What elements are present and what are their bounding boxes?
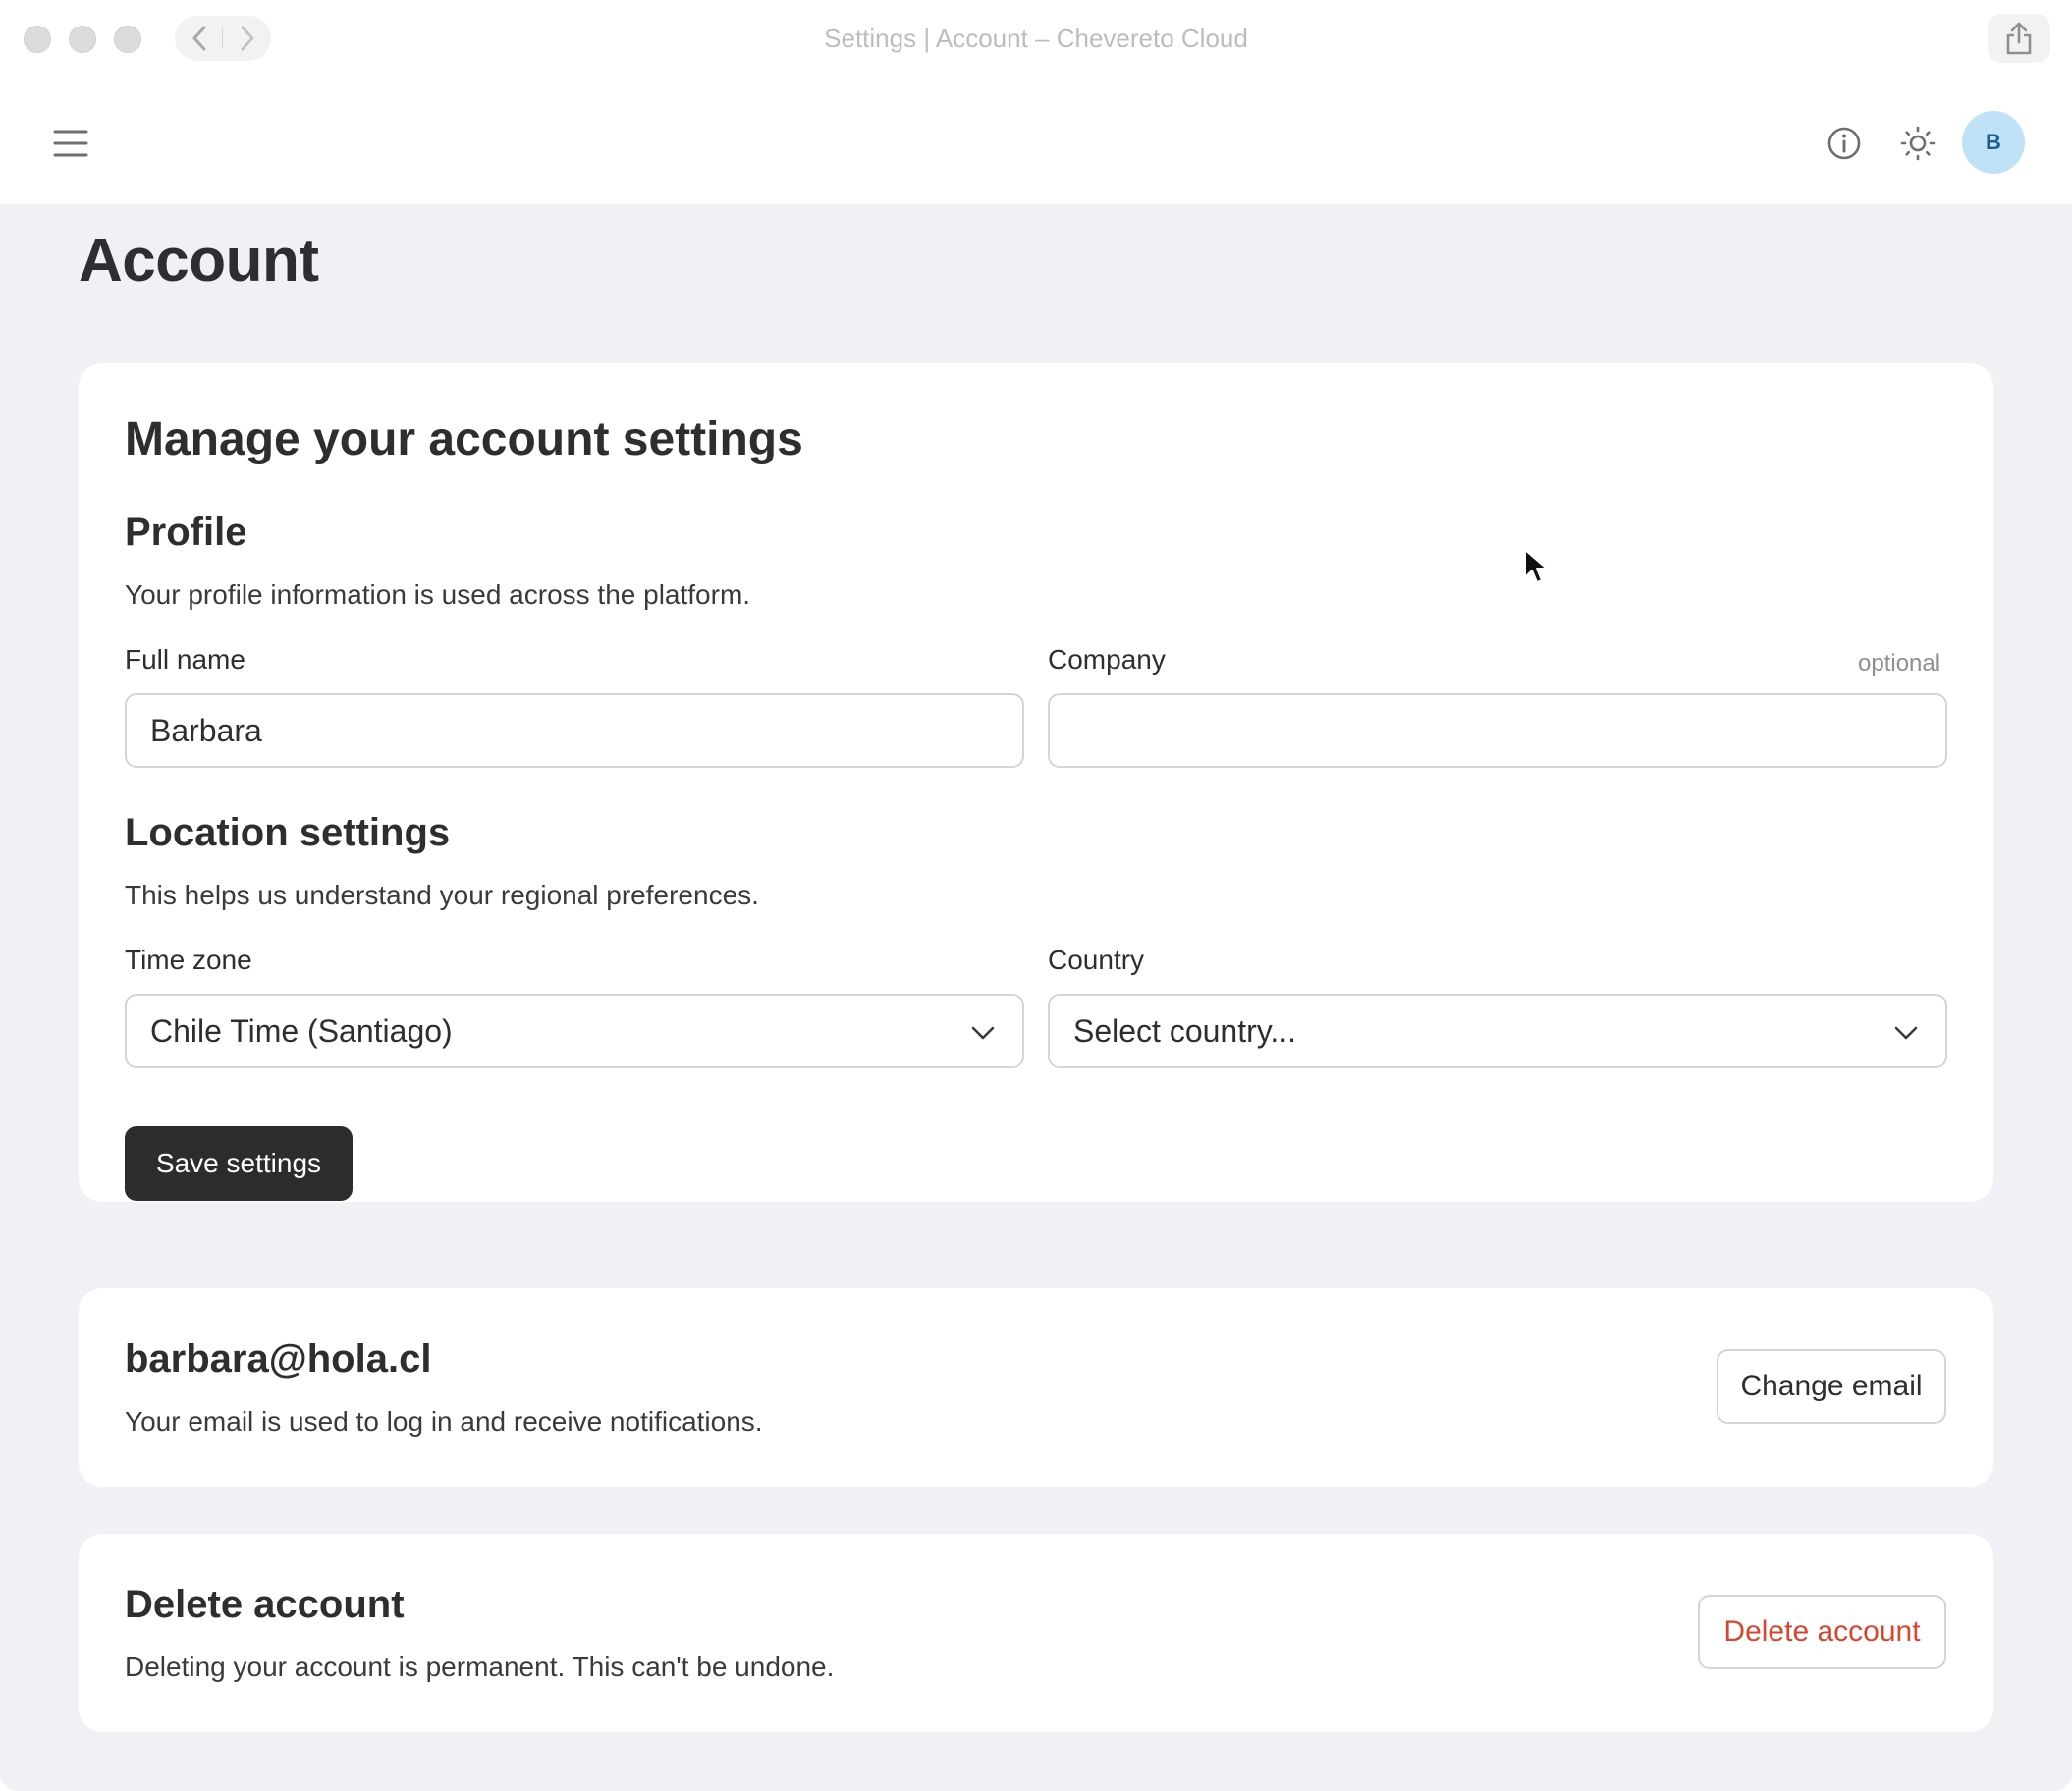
location-heading: Location settings xyxy=(125,811,451,854)
mouse-cursor-icon xyxy=(1524,549,1548,583)
app-header: B xyxy=(0,81,2072,204)
company-optional-hint: optional xyxy=(1858,650,1941,677)
share-icon xyxy=(2006,22,2032,55)
change-email-button[interactable]: Change email xyxy=(1717,1349,1946,1424)
avatar[interactable]: B xyxy=(1962,111,2025,174)
location-description: This helps us understand your regional p… xyxy=(125,880,759,910)
delete-account-description: Deleting your account is permanent. This… xyxy=(125,1652,835,1682)
settings-heading: Manage your account settings xyxy=(125,413,803,465)
country-label: Country xyxy=(1048,945,1145,975)
timezone-label: Time zone xyxy=(125,945,252,975)
full-name-label: Full name xyxy=(125,644,245,675)
full-name-input[interactable] xyxy=(150,712,1022,749)
chevron-down-icon xyxy=(1892,1019,1920,1047)
info-button[interactable] xyxy=(1815,114,1874,173)
chevron-down-icon xyxy=(969,1019,997,1047)
page-title: Account xyxy=(79,227,319,295)
main-content: Account Manage your account settings Pro… xyxy=(0,204,2072,1791)
country-selected-value: Select country... xyxy=(1073,1012,1297,1049)
delete-account-heading: Delete account xyxy=(125,1583,405,1626)
account-settings-card: Manage your account settings Profile You… xyxy=(79,363,1993,1202)
delete-account-card: Delete account Deleting your account is … xyxy=(79,1534,1993,1732)
menu-button[interactable] xyxy=(47,120,94,167)
profile-description: Your profile information is used across … xyxy=(125,579,751,610)
country-select[interactable]: Select country... xyxy=(1048,994,1947,1068)
email-card: barbara@hola.cl Your email is used to lo… xyxy=(79,1288,1993,1487)
info-icon xyxy=(1827,127,1861,160)
company-input[interactable] xyxy=(1073,712,1945,749)
share-button[interactable] xyxy=(1988,14,2050,63)
sun-icon xyxy=(1900,126,1936,161)
profile-heading: Profile xyxy=(125,511,247,554)
company-field[interactable] xyxy=(1048,693,1947,768)
window-title: Settings | Account – Chevereto Cloud xyxy=(824,24,1248,53)
account-email: barbara@hola.cl xyxy=(125,1337,432,1381)
email-description: Your email is used to log in and receive… xyxy=(125,1406,763,1437)
hamburger-menu-icon xyxy=(53,130,88,157)
timezone-select[interactable]: Chile Time (Santiago) xyxy=(125,994,1024,1068)
company-label: Company xyxy=(1048,644,1166,675)
save-settings-button[interactable]: Save settings xyxy=(125,1126,353,1201)
timezone-selected-value: Chile Time (Santiago) xyxy=(150,1012,453,1049)
window-titlebar: Settings | Account – Chevereto Cloud xyxy=(0,0,2072,81)
theme-toggle-button[interactable] xyxy=(1888,114,1947,173)
full-name-field[interactable] xyxy=(125,693,1024,768)
delete-account-button[interactable]: Delete account xyxy=(1698,1595,1946,1669)
